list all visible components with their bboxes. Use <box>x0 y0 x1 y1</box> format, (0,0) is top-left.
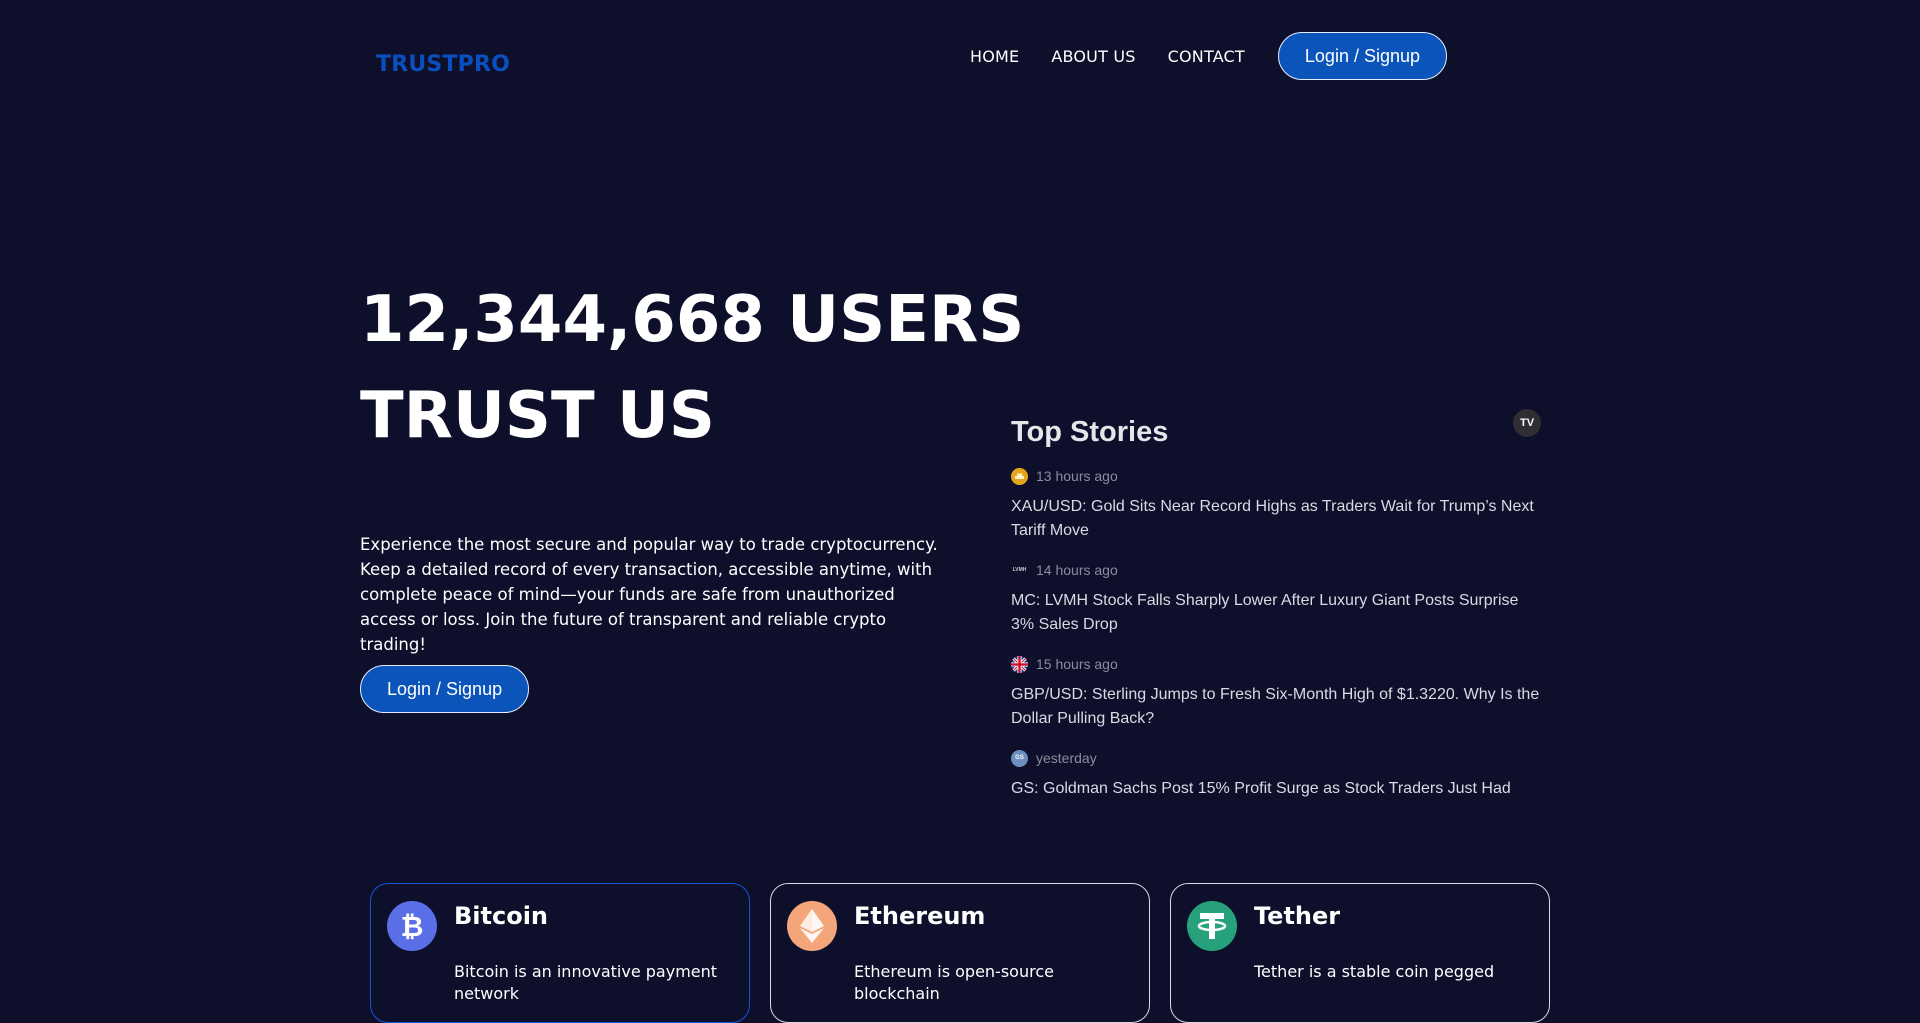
tradingview-logo-icon[interactable]: TV <box>1513 409 1541 437</box>
story-meta: GS yesterday <box>1011 749 1541 767</box>
hero-login-button[interactable]: Login / Signup <box>360 665 530 713</box>
story-headline[interactable]: MC: LVMH Stock Falls Sharply Lower After… <box>1011 589 1541 637</box>
story-item[interactable]: 13 hours ago XAU/USD: Gold Sits Near Rec… <box>1011 467 1541 543</box>
story-headline[interactable]: GBP/USD: Sterling Jumps to Fresh Six-Mon… <box>1011 683 1541 731</box>
tether-icon <box>1187 901 1237 951</box>
coin-description: Bitcoin is an innovative payment network <box>454 962 718 1003</box>
header-login-button[interactable]: Login / Signup <box>1277 32 1447 80</box>
story-time: 15 hours ago <box>1036 656 1118 672</box>
story-meta: 13 hours ago <box>1011 467 1541 485</box>
coin-description: Ethereum is open-source blockchain <box>854 962 1054 1003</box>
story-meta: 15 hours ago <box>1011 655 1541 673</box>
story-time: 14 hours ago <box>1036 562 1118 578</box>
gold-coin-icon <box>1011 467 1028 485</box>
hero-title-line-2: TRUST US <box>360 379 715 453</box>
coin-name: Bitcoin <box>454 902 549 930</box>
lvmh-logo-icon: LVMH <box>1012 567 1027 573</box>
story-item[interactable]: 15 hours ago GBP/USD: Sterling Jumps to … <box>1011 655 1541 731</box>
story-time: 13 hours ago <box>1036 468 1118 484</box>
coin-card-bitcoin[interactable]: ₿ Bitcoin Bitcoin is an innovative payme… <box>370 883 750 1023</box>
top-stories-widget: TV Top Stories 13 hours ago XAU/USD: Gol… <box>1011 405 1541 805</box>
nav-contact[interactable]: CONTACT <box>1168 47 1245 66</box>
brand-logo[interactable]: TRUSTPRO <box>376 52 510 77</box>
coin-card-ethereum[interactable]: Ethereum Ethereum is open-source blockch… <box>770 883 1150 1023</box>
hero-title: 12,344,668 USERS TRUST US <box>360 272 1024 464</box>
story-meta: LVMH 14 hours ago <box>1011 561 1541 579</box>
main-nav: HOME ABOUT US CONTACT Login / Signup <box>970 32 1447 80</box>
goldman-sachs-icon: GS <box>1011 749 1028 767</box>
bitcoin-icon: ₿ <box>387 901 437 951</box>
story-item[interactable]: LVMH 14 hours ago MC: LVMH Stock Falls S… <box>1011 561 1541 637</box>
coin-card-tether[interactable]: Tether Tether is a stable coin pegged <box>1170 883 1550 1023</box>
story-headline[interactable]: XAU/USD: Gold Sits Near Record Highs as … <box>1011 495 1541 543</box>
uk-flag-icon <box>1011 655 1028 673</box>
nav-home[interactable]: HOME <box>970 47 1019 66</box>
top-stories-title: Top Stories <box>1011 416 1169 448</box>
nav-about-us[interactable]: ABOUT US <box>1051 47 1135 66</box>
story-headline[interactable]: GS: Goldman Sachs Post 15% Profit Surge … <box>1011 777 1541 801</box>
coin-name: Tether <box>1254 902 1341 930</box>
story-item[interactable]: GS yesterday GS: Goldman Sachs Post 15% … <box>1011 749 1541 801</box>
hero-title-line-1: 12,344,668 USERS <box>360 283 1025 357</box>
coin-name: Ethereum <box>854 902 986 930</box>
hero-description: Experience the most secure and popular w… <box>360 535 938 654</box>
coin-description: Tether is a stable coin pegged <box>1254 962 1495 981</box>
story-time: yesterday <box>1036 750 1097 766</box>
ethereum-icon <box>787 901 837 951</box>
